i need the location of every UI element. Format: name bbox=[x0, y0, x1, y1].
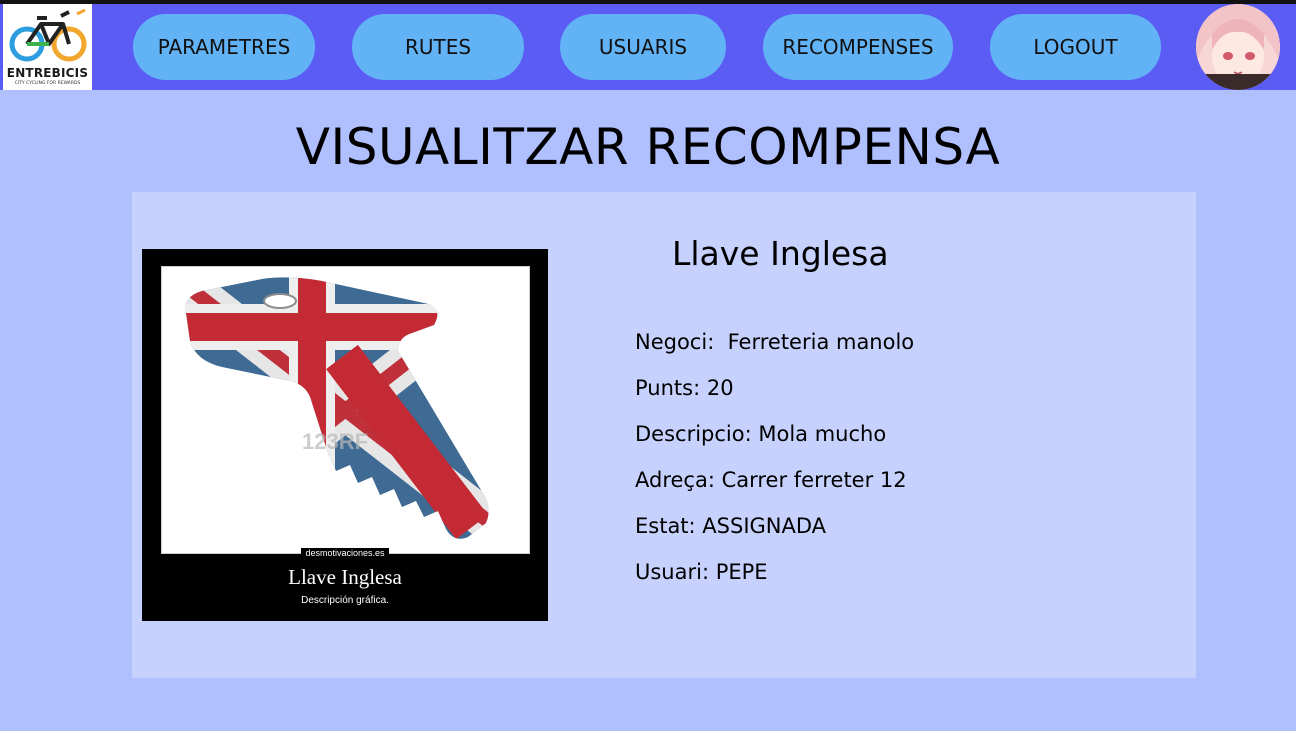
bicycle-icon bbox=[9, 8, 87, 62]
key-icon: 123RF bbox=[185, 277, 489, 539]
detail-usuari: Usuari: PEPE bbox=[635, 560, 768, 584]
page-title: VISUALITZAR RECOMPENSA bbox=[295, 118, 1001, 176]
detail-negoci: Negoci: Ferreteria manolo bbox=[635, 330, 915, 354]
detail-adreca: Adreça: Carrer ferreter 12 bbox=[635, 468, 907, 492]
poster-caption-title: Llave Inglesa bbox=[288, 565, 402, 589]
watermark-text: 123RF bbox=[302, 429, 368, 454]
brand-logo[interactable]: ENTREBICIS CITY CYCLING FOR REWARDS bbox=[3, 4, 92, 90]
reward-image-frame: 123RF bbox=[161, 266, 530, 554]
brand-name: ENTREBICIS bbox=[6, 66, 89, 80]
detail-descripcio: Descripcio: Mola mucho bbox=[635, 422, 887, 446]
detail-punts: Punts: 20 bbox=[635, 376, 734, 400]
detail-estat: Estat: ASSIGNADA bbox=[635, 514, 827, 538]
nav-recompenses-button[interactable]: RECOMPENSES bbox=[763, 14, 953, 80]
poster-caption-subtitle: Descripción gráfica. bbox=[301, 595, 389, 606]
nav-parametres-button[interactable]: PARAMETRES bbox=[133, 14, 315, 80]
reward-image: 123RF desmotivaciones.es Llave Inglesa D… bbox=[142, 249, 548, 621]
user-avatar[interactable] bbox=[1196, 4, 1280, 90]
poster-site-text: desmotivaciones.es bbox=[301, 548, 389, 558]
nav-usuaris-button[interactable]: USUARIS bbox=[560, 14, 726, 80]
brand-tagline: CITY CYCLING FOR REWARDS bbox=[14, 81, 81, 86]
nav-logout-button[interactable]: LOGOUT bbox=[990, 14, 1161, 80]
reward-name: Llave Inglesa bbox=[672, 234, 889, 273]
nav-rutes-button[interactable]: RUTES bbox=[352, 14, 524, 80]
poster-site-label: desmotivaciones.es bbox=[142, 548, 548, 558]
